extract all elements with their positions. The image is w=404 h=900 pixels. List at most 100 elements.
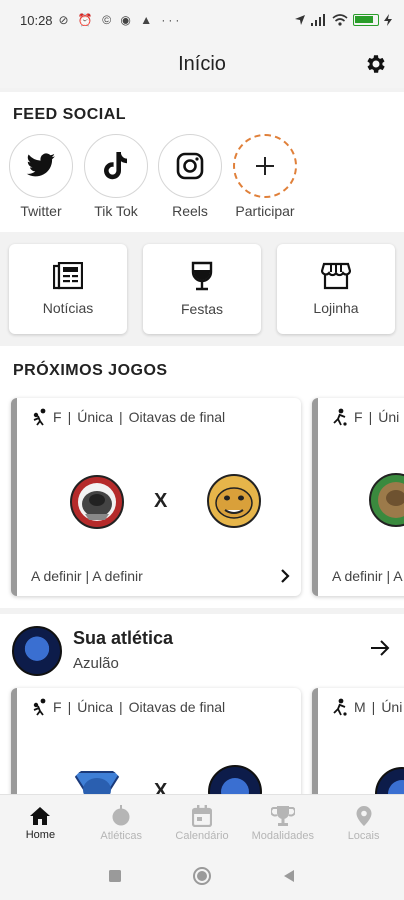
separator: | — [67, 699, 72, 715]
match-card[interactable]: F | Única | Oitavas de final X A definir — [11, 398, 301, 596]
newspaper-icon — [53, 262, 83, 290]
separator: | — [119, 699, 123, 715]
nav-label: Atléticas — [100, 830, 142, 842]
feed-social-section: FEED SOCIAL Twitter Tik Tok Reels Partic… — [0, 92, 404, 232]
match-gender: F — [53, 699, 62, 715]
screen: 10:28 ⊘ ⏰ © ◉ ▲ ··· Início FEED SOCIAL T… — [0, 0, 404, 900]
separator: | — [119, 409, 123, 425]
soccer-player-icon — [333, 408, 347, 426]
status-time: 10:28 — [20, 12, 53, 28]
versus-label: X — [154, 490, 168, 512]
store-icon — [321, 262, 351, 290]
match-round: Oitavas de final — [128, 699, 226, 715]
nav-home[interactable]: Home — [0, 795, 81, 852]
match-footer: A definir | A — [332, 568, 403, 584]
tiktok-icon — [104, 152, 127, 180]
festas-label: Festas — [180, 301, 223, 317]
match-card[interactable]: F | Única | Oitavas de final X — [11, 688, 301, 804]
nav-label: Calendário — [175, 830, 229, 842]
status-icons: ⊘ ⏰ © ◉ ▲ ··· — [58, 13, 183, 27]
nav-calendario[interactable]: Calendário — [162, 795, 243, 852]
volleyball-player-icon — [33, 408, 46, 426]
social-circle — [158, 134, 222, 198]
bottom-nav: Home Atléticas Calendário Modalidades Lo… — [0, 794, 404, 852]
nav-atleticas[interactable]: Atléticas — [81, 795, 162, 852]
location-pin-icon — [356, 806, 372, 826]
feed-social-title: FEED SOCIAL — [13, 106, 127, 123]
volleyball-player-icon — [33, 698, 46, 716]
social-circle — [233, 134, 297, 198]
match-round: Oitavas de final — [128, 409, 226, 425]
nav-label: Home — [25, 829, 56, 841]
team-gorilla-logo — [70, 475, 124, 529]
battery-icon — [353, 14, 379, 26]
team-green-logo — [369, 473, 404, 527]
nav-locais[interactable]: Locais — [323, 795, 404, 852]
match-header: F | Única | Oitavas de final — [31, 408, 225, 426]
page-title: Início — [178, 52, 226, 75]
atletica-avatar[interactable] — [12, 626, 62, 676]
location-icon — [295, 15, 305, 25]
match-gender: M — [354, 699, 366, 715]
chevron-right-icon — [281, 569, 290, 583]
twitter-icon — [26, 153, 55, 177]
match-gender: F — [354, 409, 363, 425]
match-gender: F — [53, 409, 62, 425]
festas-card[interactable]: Festas — [143, 244, 261, 334]
separator: | — [371, 699, 376, 715]
match-header: M | Úni — [332, 698, 402, 716]
social-circle — [9, 134, 73, 198]
app-header: Início — [0, 40, 404, 88]
noticias-card[interactable]: Notícias — [9, 244, 127, 334]
match-header: F | Única | Oitavas de final — [31, 698, 225, 716]
nav-label: Locais — [347, 830, 380, 842]
match-phase: Úni — [381, 699, 403, 715]
sua-atletica-name: Azulão — [73, 655, 119, 672]
social-circle — [84, 134, 148, 198]
sua-atletica-section: Sua atlética Azulão F | Única | Oitavas … — [0, 614, 404, 804]
home-button-icon[interactable] — [192, 866, 212, 886]
match-footer: A definir | A definir — [31, 568, 143, 584]
signal-icon — [311, 14, 325, 26]
social-label: Tik Tok — [94, 203, 138, 219]
wifi-icon — [332, 14, 348, 26]
social-reels[interactable]: Reels — [150, 134, 230, 219]
match-header: F | Úni — [332, 408, 399, 426]
noticias-label: Notícias — [42, 300, 94, 316]
lojinha-card[interactable]: Lojinha — [277, 244, 395, 334]
match-phase: Úni — [378, 409, 400, 425]
quick-links: Notícias Festas Lojinha — [0, 232, 404, 344]
social-twitter[interactable]: Twitter — [1, 134, 81, 219]
sua-atletica-title: Sua atlética — [73, 628, 174, 648]
match-card[interactable]: M | Úni — [312, 688, 404, 804]
separator: | — [67, 409, 72, 425]
separator: | — [368, 409, 373, 425]
back-button-icon[interactable] — [282, 869, 296, 883]
trophy-icon — [270, 806, 295, 826]
home-icon — [30, 807, 51, 825]
social-participar[interactable]: Participar — [225, 134, 305, 219]
status-bar: 10:28 ⊘ ⏰ © ◉ ▲ ··· — [0, 0, 404, 40]
calendar-icon — [191, 805, 212, 827]
settings-button[interactable] — [360, 48, 392, 80]
gear-icon — [367, 55, 385, 73]
social-label: Twitter — [20, 203, 62, 219]
ball-icon — [112, 805, 130, 826]
match-card[interactable]: F | Úni A definir | A — [312, 398, 404, 596]
recents-button-icon[interactable] — [108, 869, 122, 883]
social-label: Participar — [235, 203, 295, 219]
nav-label: Modalidades — [251, 830, 314, 842]
match-phase: Única — [77, 409, 113, 425]
social-tiktok[interactable]: Tik Tok — [76, 134, 156, 219]
arrow-right-icon[interactable] — [370, 640, 390, 656]
instagram-icon — [176, 152, 204, 180]
plus-icon — [256, 157, 274, 175]
nav-modalidades[interactable]: Modalidades — [242, 795, 323, 852]
wine-glass-icon — [191, 261, 213, 291]
match-phase: Única — [77, 699, 113, 715]
system-nav-bar — [0, 852, 404, 900]
status-right — [294, 14, 392, 26]
lojinha-label: Lojinha — [313, 300, 359, 316]
proximos-jogos-title: PRÓXIMOS JOGOS — [13, 362, 168, 379]
soccer-player-icon — [333, 698, 347, 716]
